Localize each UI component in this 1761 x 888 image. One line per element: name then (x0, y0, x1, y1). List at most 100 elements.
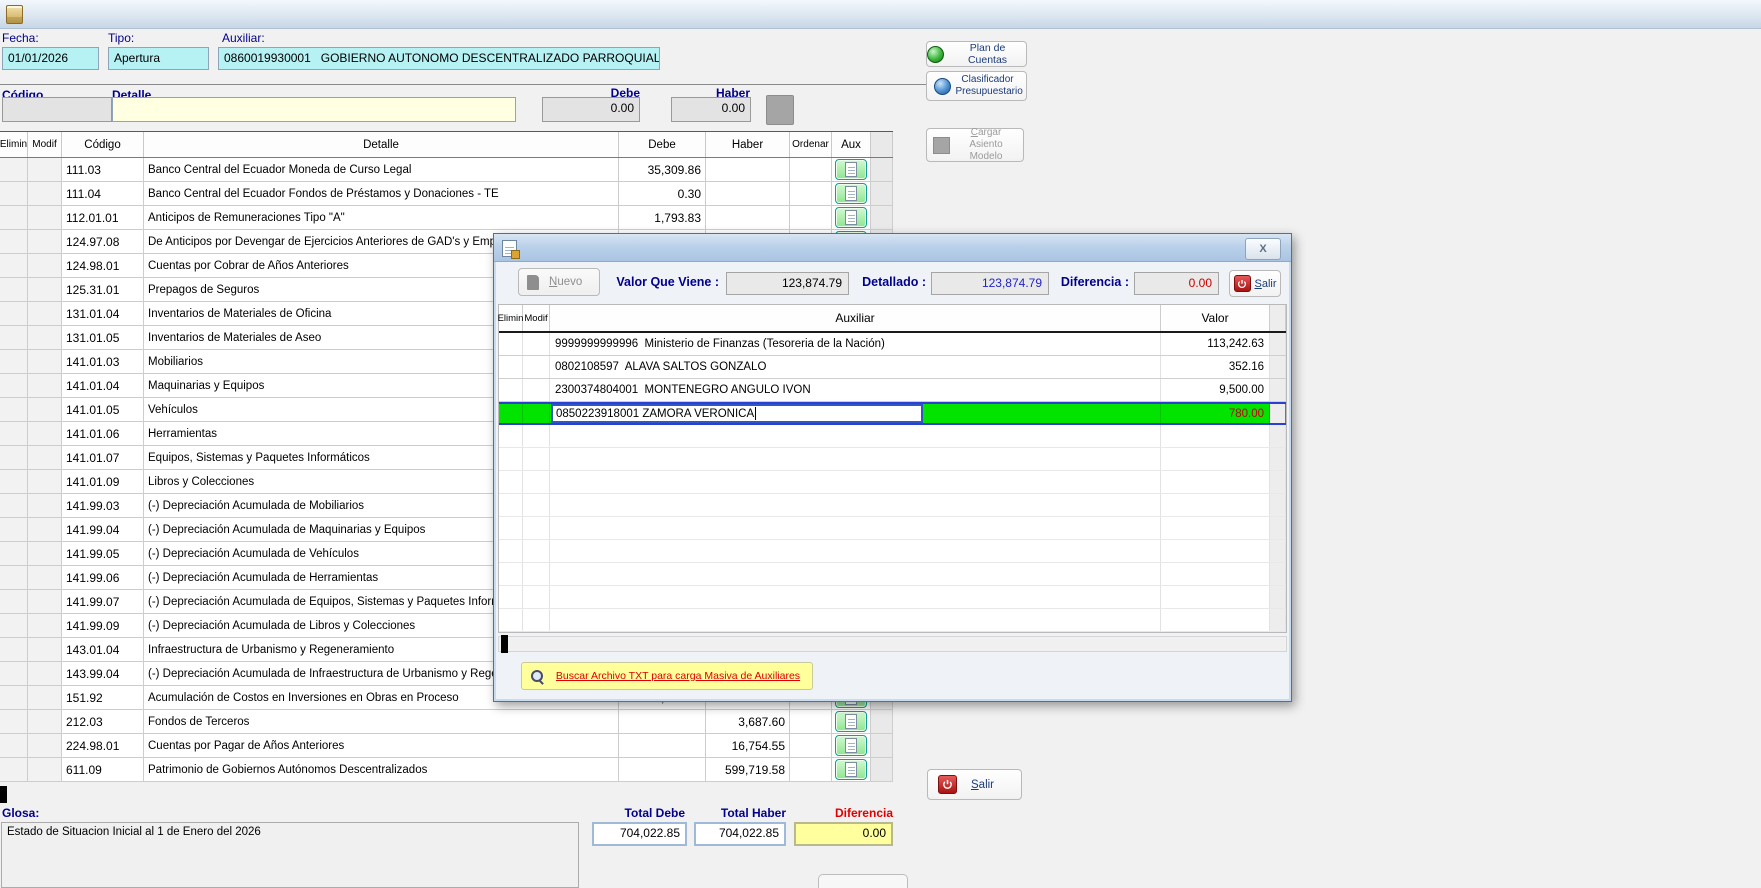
haber-cell[interactable]: 3,687.60 (706, 710, 790, 733)
modif-cell[interactable] (28, 422, 62, 445)
codigo-cell[interactable]: 141.01.09 (62, 470, 144, 493)
codigo-cell[interactable]: 143.01.04 (62, 638, 144, 661)
auxiliar-empty-row[interactable] (499, 540, 1286, 563)
elimin-cell[interactable] (0, 662, 28, 685)
dialog-titlebar[interactable] (494, 234, 1291, 262)
modif-cell[interactable] (28, 254, 62, 277)
codigo-cell[interactable]: 212.03 (62, 710, 144, 733)
codigo-cell[interactable]: 151.92 (62, 686, 144, 709)
elimin-cell[interactable] (0, 638, 28, 661)
modif-cell[interactable] (28, 686, 62, 709)
modif-cell[interactable] (28, 278, 62, 301)
modif-cell[interactable] (28, 734, 62, 757)
dlg-valor-cell[interactable]: 780.00 (1161, 404, 1270, 423)
aux-detail-button[interactable] (835, 183, 867, 204)
haber-cell[interactable] (706, 158, 790, 181)
modif-cell[interactable] (28, 182, 62, 205)
partial-bottom-button[interactable] (818, 874, 908, 888)
elimin-cell[interactable] (0, 350, 28, 373)
auxiliar-empty-row[interactable] (499, 609, 1286, 632)
elimin-cell[interactable] (0, 374, 28, 397)
dlg-elimin-cell[interactable] (499, 333, 523, 355)
ordenar-cell[interactable] (790, 710, 832, 733)
debe-cell[interactable] (619, 734, 706, 757)
modif-cell[interactable] (28, 590, 62, 613)
auxiliar-empty-row[interactable] (499, 494, 1286, 517)
elimin-cell[interactable] (0, 518, 28, 541)
table-row[interactable]: 212.03Fondos de Terceros3,687.60 (0, 710, 893, 734)
debe-cell[interactable]: 35,309.86 (619, 158, 706, 181)
codigo-cell[interactable]: 124.97.08 (62, 230, 144, 253)
dlg-auxiliar-cell[interactable]: 2300374804001 MONTENEGRO ANGULO IVON (550, 379, 1161, 401)
debe-cell[interactable]: 0.30 (619, 182, 706, 205)
codigo-cell[interactable]: 125.31.01 (62, 278, 144, 301)
elimin-cell[interactable] (0, 470, 28, 493)
modif-cell[interactable] (28, 614, 62, 637)
auxiliar-row[interactable]: 2300374804001 MONTENEGRO ANGULO IVON9,50… (499, 379, 1286, 402)
buscar-txt-button[interactable]: Buscar Archivo TXT para carga Masiva de … (521, 662, 813, 690)
auxiliar-empty-row[interactable] (499, 586, 1286, 609)
elimin-cell[interactable] (0, 734, 28, 757)
modif-cell[interactable] (28, 518, 62, 541)
detalle-cell[interactable]: Patrimonio de Gobiernos Autónomos Descen… (144, 758, 619, 781)
debe-cell[interactable]: 1,793.83 (619, 206, 706, 229)
modif-cell[interactable] (28, 758, 62, 781)
aux-detail-button[interactable] (835, 159, 867, 180)
dlg-auxiliar-cell[interactable]: 0850223918001 ZAMORA VERONICA (550, 404, 1161, 423)
modif-cell[interactable] (28, 566, 62, 589)
dlg-modif-cell[interactable] (523, 333, 550, 355)
dlg-valor-cell[interactable]: 9,500.00 (1161, 379, 1270, 401)
table-row[interactable]: 111.04Banco Central del Ecuador Fondos d… (0, 182, 893, 206)
auxiliar-empty-row[interactable] (499, 448, 1286, 471)
elimin-cell[interactable] (0, 230, 28, 253)
detalle-cell[interactable]: Anticipos de Remuneraciones Tipo "A" (144, 206, 619, 229)
dlg-scrollbar-cell[interactable] (1270, 404, 1286, 423)
table-row[interactable]: 611.09Patrimonio de Gobiernos Autónomos … (0, 758, 893, 782)
detalle-input[interactable] (112, 97, 516, 122)
auxiliar-row[interactable]: 9999999999996 Ministerio de Finanzas (Te… (499, 333, 1286, 356)
table-row[interactable]: 112.01.01Anticipos de Remuneraciones Tip… (0, 206, 893, 230)
dlg-valor-cell[interactable]: 352.16 (1161, 356, 1270, 378)
cargar-asiento-modelo-button[interactable]: Cargar Asiento Modelo (926, 128, 1024, 162)
ordenar-cell[interactable] (790, 158, 832, 181)
modif-cell[interactable] (28, 326, 62, 349)
codigo-cell[interactable]: 124.98.01 (62, 254, 144, 277)
modif-cell[interactable] (28, 494, 62, 517)
elimin-cell[interactable] (0, 158, 28, 181)
elimin-cell[interactable] (0, 278, 28, 301)
elimin-cell[interactable] (0, 590, 28, 613)
tipo-input[interactable]: Apertura (108, 47, 209, 70)
auxiliar-input[interactable]: 0860019930001 GOBIERNO AUTONOMO DESCENTR… (218, 47, 660, 70)
elimin-cell[interactable] (0, 398, 28, 421)
codigo-input[interactable] (2, 97, 112, 122)
modif-cell[interactable] (28, 638, 62, 661)
dlg-modif-cell[interactable] (523, 356, 550, 378)
dlg-modif-cell[interactable] (523, 404, 550, 423)
elimin-cell[interactable] (0, 254, 28, 277)
elimin-cell[interactable] (0, 566, 28, 589)
dialog-horizontal-scrollbar[interactable] (498, 636, 1287, 652)
salir-main-button[interactable]: Salir (927, 769, 1022, 800)
codigo-cell[interactable]: 131.01.05 (62, 326, 144, 349)
ordenar-cell[interactable] (790, 206, 832, 229)
auxiliar-row-editing[interactable]: 0850223918001 ZAMORA VERONICA 780.00 (499, 402, 1286, 425)
dlg-scrollbar-cell[interactable] (1270, 333, 1286, 355)
glosa-textarea[interactable]: Estado de Situacion Inicial al 1 de Ener… (1, 822, 579, 888)
dlg-auxiliar-cell[interactable]: 0802108597 ALAVA SALTOS GONZALO (550, 356, 1161, 378)
codigo-cell[interactable]: 224.98.01 (62, 734, 144, 757)
elimin-cell[interactable] (0, 494, 28, 517)
codigo-cell[interactable]: 141.99.09 (62, 614, 144, 637)
modif-cell[interactable] (28, 470, 62, 493)
codigo-cell[interactable]: 111.03 (62, 158, 144, 181)
debe-input[interactable]: 0.00 (542, 97, 640, 122)
codigo-cell[interactable]: 141.99.06 (62, 566, 144, 589)
auxiliar-edit-input[interactable]: 0850223918001 ZAMORA VERONICA (551, 404, 923, 423)
elimin-cell[interactable] (0, 422, 28, 445)
table-row[interactable]: 111.03Banco Central del Ecuador Moneda d… (0, 158, 893, 182)
elimin-cell[interactable] (0, 686, 28, 709)
aux-detail-button[interactable] (835, 735, 867, 756)
elimin-cell[interactable] (0, 710, 28, 733)
elimin-cell[interactable] (0, 206, 28, 229)
codigo-cell[interactable]: 141.99.05 (62, 542, 144, 565)
codigo-cell[interactable]: 143.99.04 (62, 662, 144, 685)
